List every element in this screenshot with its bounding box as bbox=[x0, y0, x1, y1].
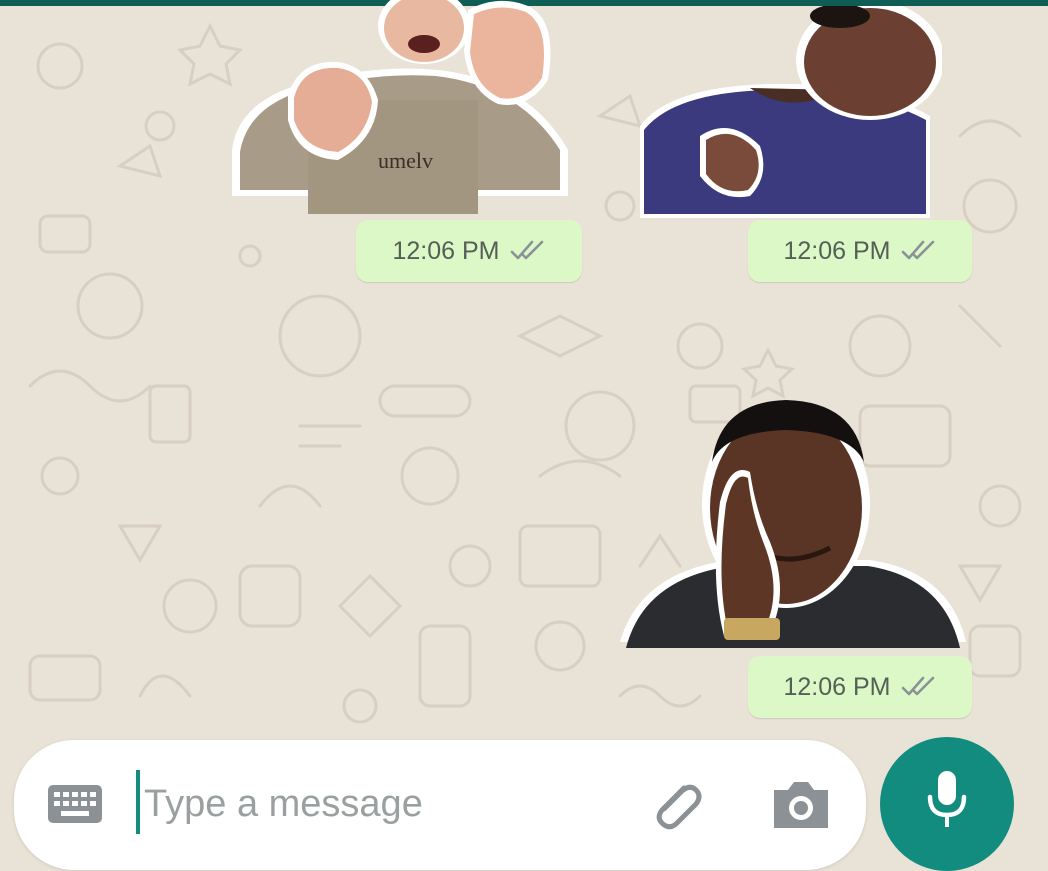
confused-girl-sticker[interactable] bbox=[640, 6, 942, 218]
double-check-icon bbox=[901, 240, 934, 260]
double-check-icon bbox=[901, 676, 934, 696]
message-status-bubble: 12:06 PM bbox=[356, 220, 582, 282]
keyboard-icon[interactable] bbox=[48, 785, 102, 823]
double-check-icon bbox=[510, 240, 543, 260]
message-status-bubble: 12:06 PM bbox=[748, 220, 972, 282]
paperclip-icon[interactable] bbox=[644, 774, 706, 836]
voice-record-button[interactable] bbox=[880, 737, 1014, 871]
message-time: 12:06 PM bbox=[783, 672, 891, 701]
message-time: 12:06 PM bbox=[392, 236, 500, 265]
waving-man-sticker[interactable]: umelv bbox=[228, 0, 574, 216]
message-time: 12:06 PM bbox=[783, 236, 891, 265]
text-cursor bbox=[136, 770, 140, 834]
message-composer bbox=[14, 740, 866, 870]
message-input[interactable] bbox=[144, 774, 614, 834]
message-status-bubble: 12:06 PM bbox=[748, 656, 972, 718]
svg-text:umelv: umelv bbox=[378, 148, 433, 173]
thinking-man-sticker[interactable] bbox=[620, 392, 966, 652]
camera-icon[interactable] bbox=[770, 778, 832, 830]
microphone-icon bbox=[927, 771, 967, 827]
